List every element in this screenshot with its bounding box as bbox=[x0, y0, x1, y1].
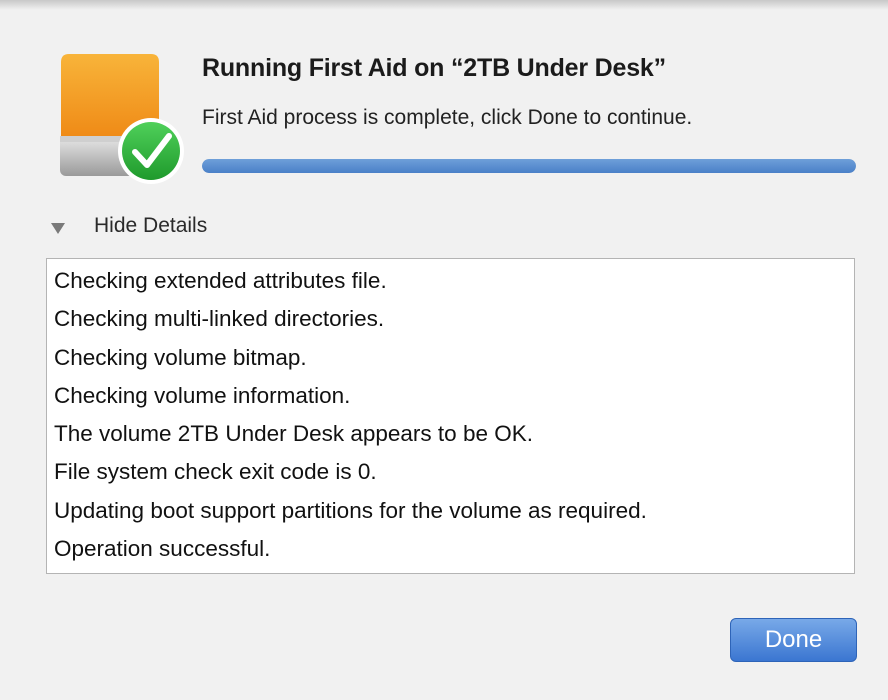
window-top-edge bbox=[0, 0, 888, 10]
log-line: File system check exit code is 0. bbox=[54, 459, 377, 485]
log-line: Checking multi-linked directories. bbox=[54, 306, 385, 332]
progress-bar bbox=[202, 159, 856, 173]
log-line: The volume 2TB Under Desk appears to be … bbox=[54, 421, 533, 447]
hide-details-label: Hide Details bbox=[94, 214, 208, 237]
dialog-title: Running First Aid on “2TB Under Desk” bbox=[202, 54, 666, 82]
done-button[interactable]: Done bbox=[730, 618, 857, 662]
progress-bar-fill bbox=[202, 159, 856, 173]
details-log[interactable]: Checking extended attributes file. Check… bbox=[46, 258, 855, 574]
log-line: Updating boot support partitions for the… bbox=[54, 497, 647, 523]
drive-check-icon bbox=[55, 50, 190, 190]
disclosure-triangle-icon[interactable] bbox=[50, 221, 66, 235]
hide-details-toggle[interactable]: Hide Details bbox=[50, 211, 207, 241]
log-line: Checking volume bitmap. bbox=[54, 344, 307, 370]
dialog-subtitle: First Aid process is complete, click Don… bbox=[202, 106, 693, 129]
log-line: Checking extended attributes file. bbox=[54, 268, 387, 293]
log-line: Operation successful. bbox=[54, 536, 271, 562]
log-line: Checking volume information. bbox=[54, 382, 351, 408]
